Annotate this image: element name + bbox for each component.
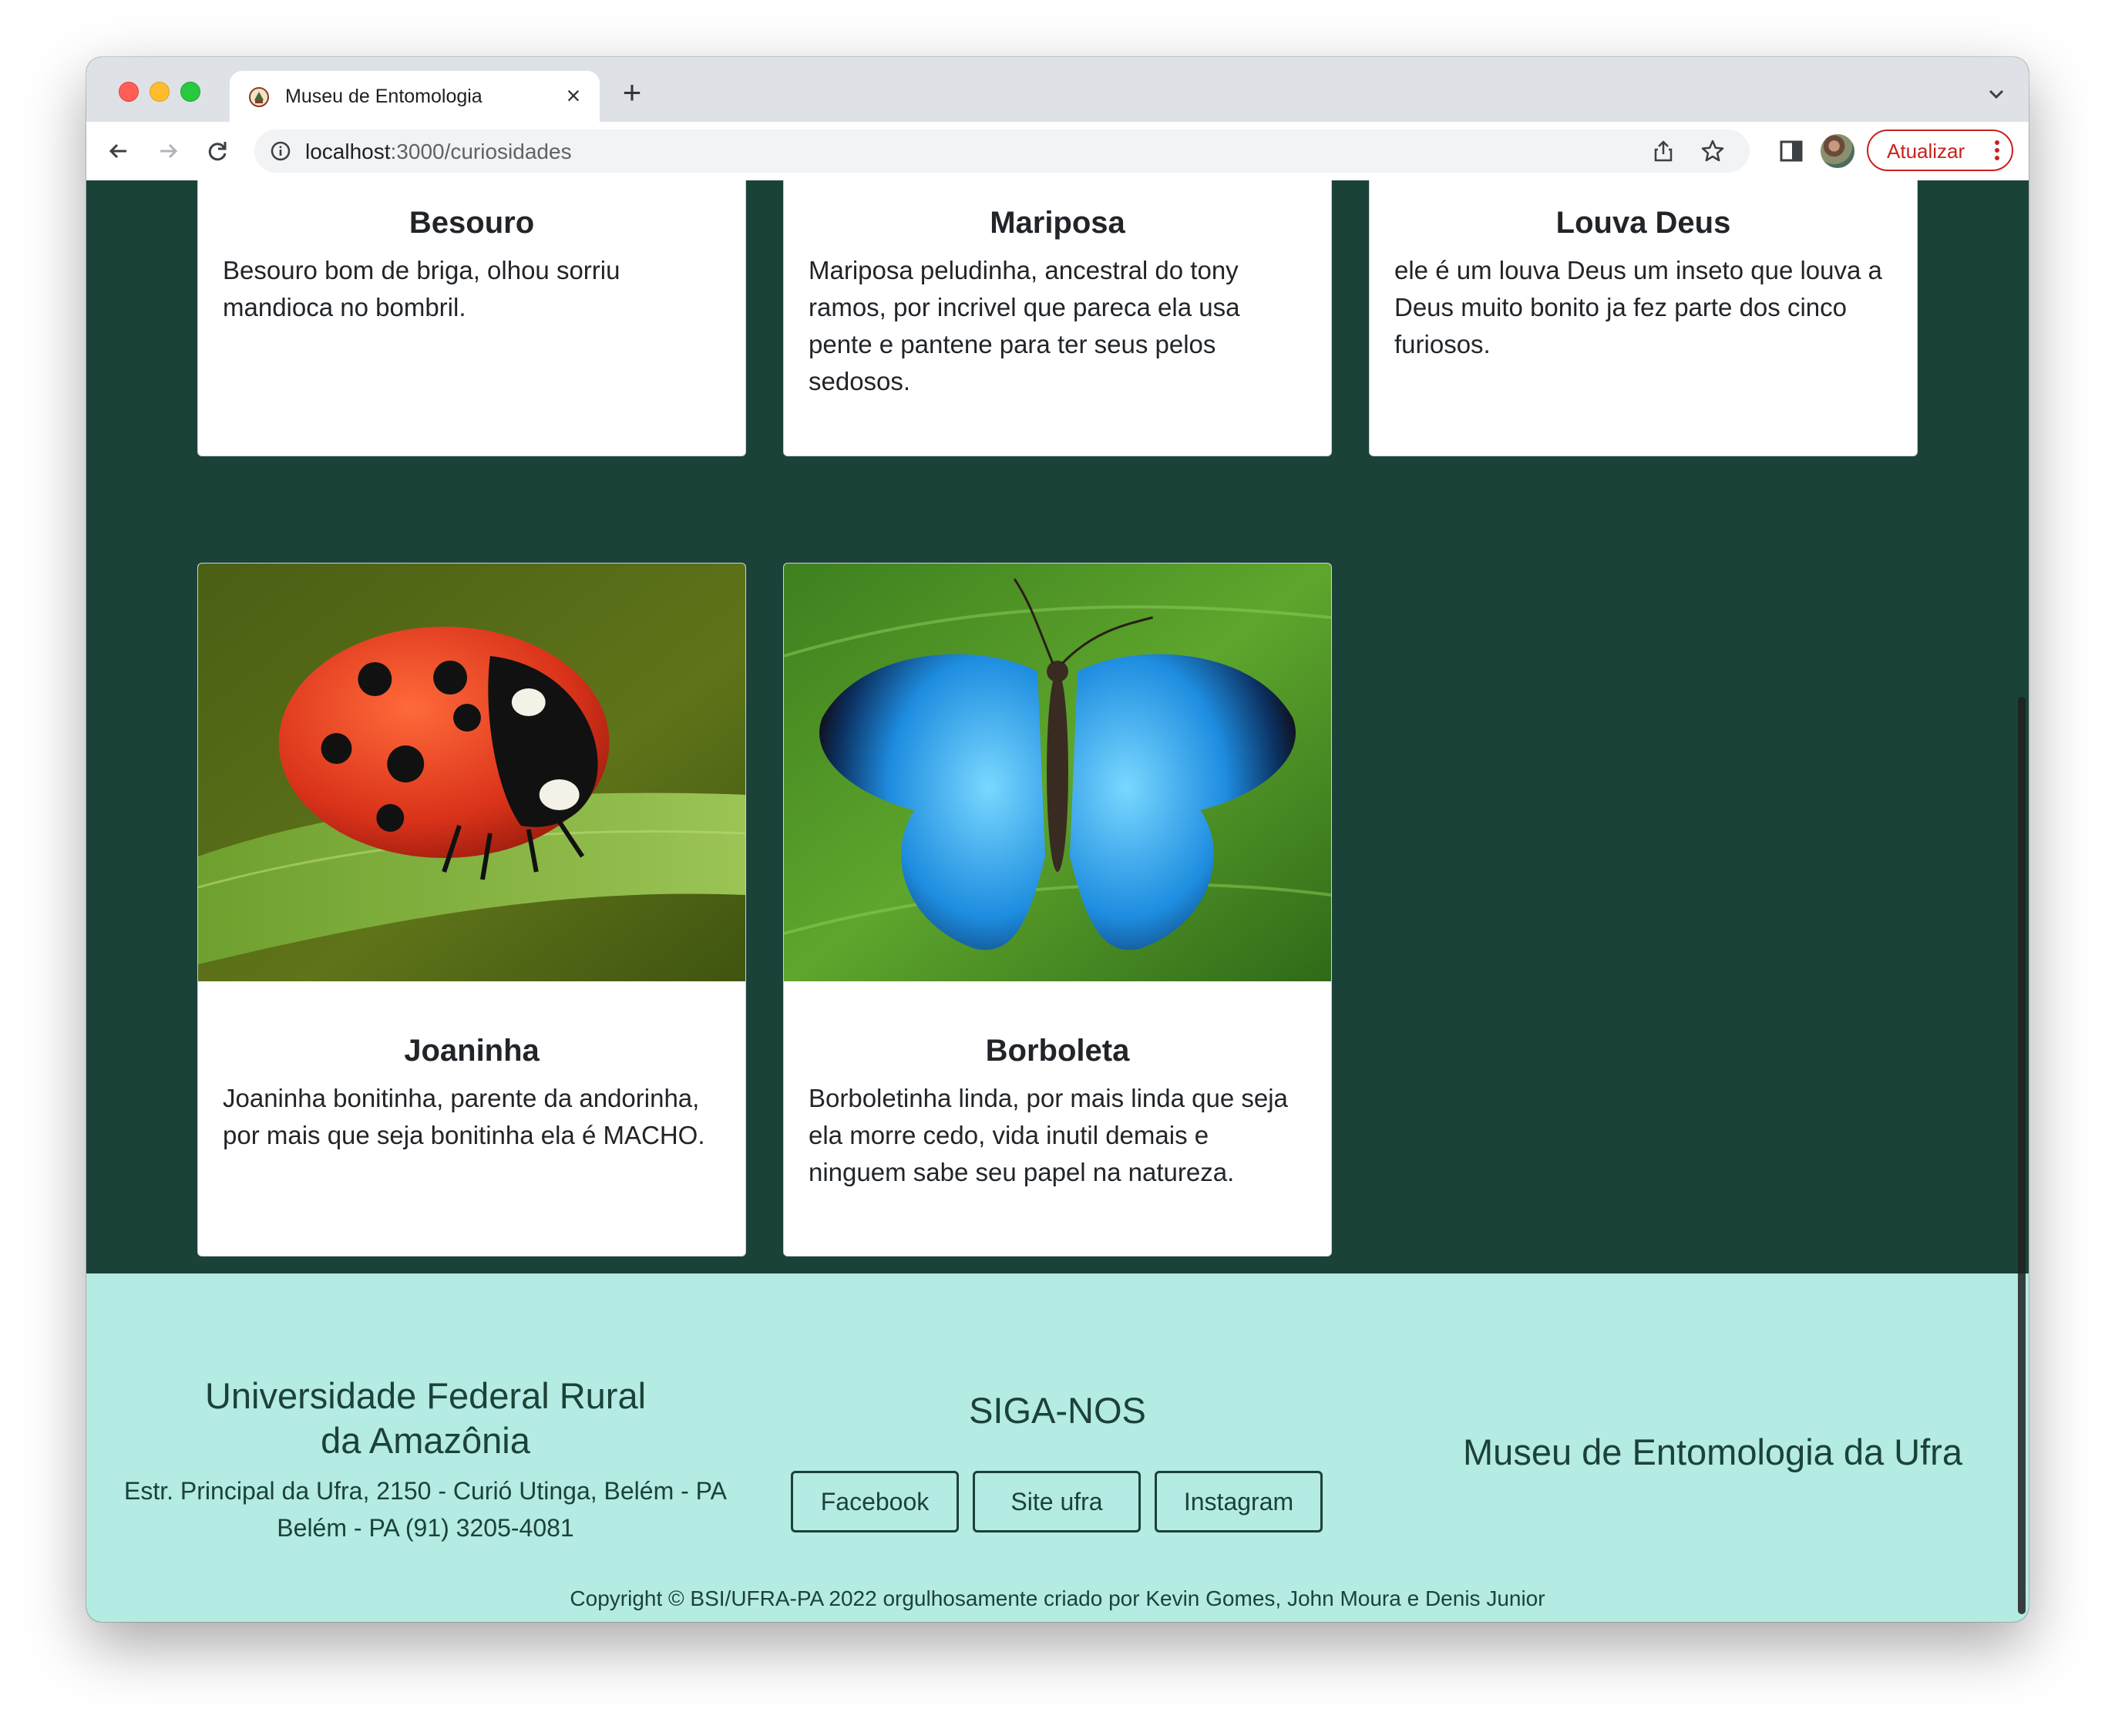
card-title: Borboleta: [985, 1034, 1130, 1068]
university-line-2: da Amazônia: [321, 1420, 530, 1461]
site-footer: Universidade Federal Rural da Amazônia E…: [86, 1273, 2029, 1622]
share-icon[interactable]: [1651, 139, 1676, 163]
site-ufra-button[interactable]: Site ufra: [973, 1471, 1141, 1532]
minimize-window-button[interactable]: [150, 82, 170, 102]
card-text: Borboletinha linda, por mais linda que s…: [809, 1084, 1288, 1186]
side-panel-icon[interactable]: [1777, 137, 1805, 165]
card-text: Mariposa peludinha, ancestral do tony ra…: [809, 256, 1240, 395]
more-menu-icon[interactable]: [1995, 139, 1999, 162]
update-label: Atualizar: [1887, 140, 1965, 163]
university-line-1: Universidade Federal Rural: [204, 1375, 647, 1416]
url-text[interactable]: localhost:3000/curiosidades: [305, 140, 572, 164]
card-besouro: Besouro Besouro bom de briga, olhou sorr…: [197, 180, 746, 456]
new-tab-button[interactable]: +: [615, 76, 649, 111]
forward-arrow-icon[interactable]: [153, 136, 183, 167]
instagram-button[interactable]: Instagram: [1155, 1471, 1323, 1532]
browser-window: Museu de Entomologia × + localhost:3000/…: [86, 57, 2029, 1622]
card-text: ele é um louva Deus um inseto que louva …: [1394, 256, 1882, 358]
browser-tab[interactable]: Museu de Entomologia ×: [230, 71, 600, 122]
close-window-button[interactable]: [119, 82, 139, 102]
card-text: Besouro bom de briga, olhou sorriu mandi…: [223, 256, 620, 321]
ufra-seal-icon: [249, 87, 269, 107]
url-path: :3000/curiosidades: [390, 140, 572, 163]
maximize-window-button[interactable]: [180, 82, 200, 102]
tab-title: Museu de Entomologia: [285, 86, 483, 107]
address-bar[interactable]: localhost:3000/curiosidades: [254, 130, 1750, 173]
bookmark-star-icon[interactable]: [1700, 139, 1725, 163]
page-scrollbar[interactable]: [2015, 180, 2029, 1622]
back-arrow-icon[interactable]: [103, 136, 134, 167]
card-title: Mariposa: [990, 206, 1125, 240]
card-louva-deus: Louva Deus ele é um louva Deus um inseto…: [1369, 180, 1918, 456]
tab-strip: Museu de Entomologia × +: [86, 57, 2029, 122]
chevron-down-icon[interactable]: [1984, 82, 2009, 106]
card-title: Louva Deus: [1555, 206, 1731, 240]
university-address: Estr. Principal da Ufra, 2150 - Curió Ut…: [94, 1472, 757, 1546]
scrollbar-thumb[interactable]: [2018, 697, 2026, 1614]
close-tab-icon[interactable]: ×: [560, 82, 587, 109]
card-text: Joaninha bonitinha, parente da andorinha…: [223, 1084, 705, 1149]
card-mariposa: Mariposa Mariposa peludinha, ancestral d…: [783, 180, 1332, 456]
reload-icon[interactable]: [202, 136, 233, 167]
university-name: Universidade Federal Rural da Amazônia: [163, 1374, 688, 1463]
butterfly-image: [784, 564, 1331, 981]
museum-name: Museu de Entomologia da Ufra: [1463, 1432, 1962, 1472]
browser-toolbar: localhost:3000/curiosidades Atualizar: [86, 122, 2029, 181]
update-browser-button[interactable]: Atualizar: [1867, 130, 2013, 171]
site-info-icon[interactable]: [270, 140, 291, 162]
card-joaninha: Joaninha Joaninha bonitinha, parente da …: [197, 563, 746, 1257]
card-title: Besouro: [409, 206, 535, 240]
copyright-text: Copyright © BSI/UFRA-PA 2022 orgulhosame…: [570, 1586, 1545, 1610]
page-content: Besouro Besouro bom de briga, olhou sorr…: [86, 180, 2029, 1622]
card-borboleta: Borboleta Borboletinha linda, por mais l…: [783, 563, 1332, 1257]
card-title: Joaninha: [404, 1034, 540, 1068]
url-host: localhost: [305, 140, 391, 163]
ladybug-image: [198, 564, 745, 981]
facebook-button[interactable]: Facebook: [791, 1471, 959, 1532]
address-line-1: Estr. Principal da Ufra, 2150 - Curió Ut…: [124, 1477, 727, 1505]
follow-us-heading: SIGA-NOS: [969, 1390, 1146, 1431]
address-line-2: Belém - PA (91) 3205-4081: [277, 1514, 574, 1542]
profile-avatar[interactable]: [1821, 134, 1854, 168]
